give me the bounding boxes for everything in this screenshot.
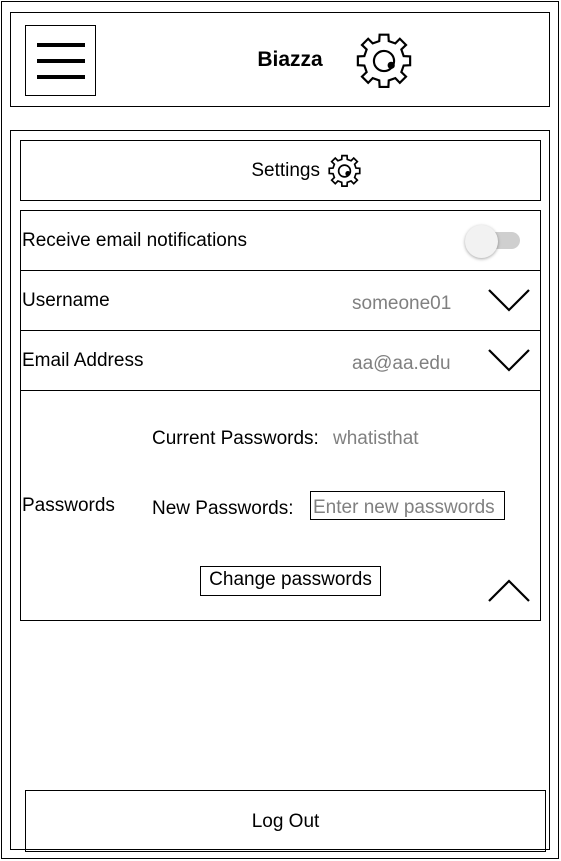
username-value: someone01 — [352, 293, 452, 314]
email-notifications-label: Receive email notifications — [22, 230, 247, 251]
logout-button[interactable]: Log Out — [25, 790, 546, 852]
hamburger-menu-icon — [37, 43, 85, 47]
email-notifications-toggle-knob[interactable] — [465, 225, 498, 258]
gear-icon — [323, 150, 366, 192]
passwords-label: Passwords — [22, 495, 115, 516]
chevron-up-icon[interactable] — [487, 578, 531, 604]
chevron-down-icon[interactable] — [487, 347, 531, 373]
change-passwords-button[interactable]: Change passwords — [200, 566, 381, 596]
current-password-value: whatisthat — [333, 428, 419, 449]
email-value: aa@aa.edu — [352, 353, 451, 374]
current-password-label: Current Passwords: — [152, 428, 319, 449]
hamburger-menu-button[interactable] — [25, 25, 96, 96]
email-label: Email Address — [22, 350, 144, 371]
new-password-label: New Passwords: — [152, 498, 294, 519]
hamburger-menu-icon-line — [37, 75, 85, 79]
chevron-down-icon[interactable] — [487, 287, 531, 313]
new-password-input[interactable] — [310, 491, 505, 520]
settings-title: Settings — [251, 160, 320, 181]
app-title: Biazza — [257, 48, 323, 71]
username-label: Username — [22, 290, 110, 311]
hamburger-menu-icon-line — [37, 59, 85, 63]
gear-icon[interactable] — [347, 25, 421, 97]
